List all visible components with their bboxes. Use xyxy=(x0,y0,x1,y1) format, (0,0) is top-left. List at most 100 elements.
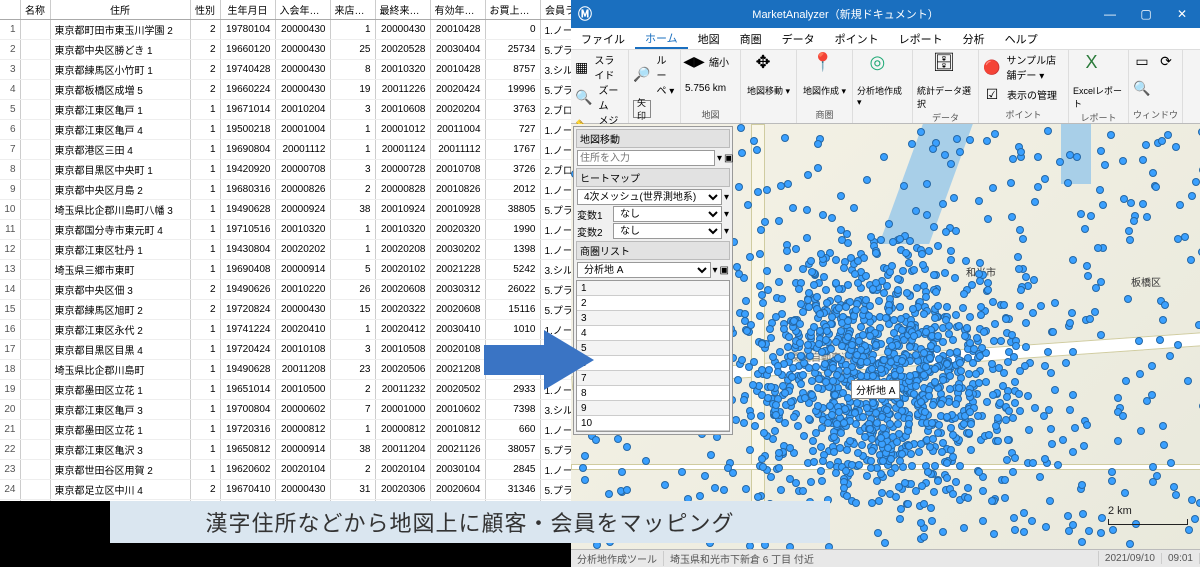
menu-4[interactable]: データ xyxy=(772,28,825,49)
table-row[interactable]: 4東京都板橋区成増 521966022420000430192001122620… xyxy=(0,80,571,100)
go-icon[interactable]: ▣ xyxy=(724,153,733,164)
col-header[interactable]: 会員ランク xyxy=(540,0,571,20)
sample-store-label[interactable]: サンプル店舗デー ▾ xyxy=(1006,52,1064,82)
ribbon: ▦スライド🔍ズーム📏メジャー 🔎ルーペ ▾矢印 ◀▶縮小5.756 km地図 ✥… xyxy=(571,50,1200,124)
window-title: MarketAnalyzer（新規ドキュメント） xyxy=(599,6,1092,22)
table-row[interactable]: 1東京都町田市東玉川学園 221978010420000430120000430… xyxy=(0,20,571,40)
table-row[interactable]: 24東京都足立区中川 42196704102000043031200203062… xyxy=(0,480,571,500)
var1-label: 変数1 xyxy=(577,207,611,222)
menu-3[interactable]: 商圏 xyxy=(730,28,772,49)
mesh-select[interactable]: 4次メッシュ(世界測地系) xyxy=(577,189,722,205)
map-create-label[interactable]: 地図作成 ▾ xyxy=(803,84,846,97)
list-item[interactable]: 2 xyxy=(577,296,729,311)
table-row[interactable]: 5東京都江東区亀戸 111967101420010204320010608200… xyxy=(0,100,571,120)
table-row[interactable]: 7東京都港区三田 4119690804200011121200011242001… xyxy=(0,140,571,160)
list-item[interactable]: 3 xyxy=(577,311,729,326)
col-header[interactable]: お買上金額 xyxy=(485,0,540,20)
var2-select[interactable]: なし xyxy=(613,223,722,239)
excel-icon[interactable]: X xyxy=(1086,52,1112,78)
caption-banner: 漢字住所などから地図上に顧客・会員をマッピング xyxy=(110,501,830,543)
var1-select[interactable]: なし xyxy=(613,206,722,222)
map-move-icon[interactable]: ✥ xyxy=(756,52,782,78)
area-row-list[interactable]: 12345678910 xyxy=(576,280,730,432)
table-row[interactable]: 10埼玉県比企郡川島町八幡 31194906282000092438200109… xyxy=(0,200,571,220)
menu-0[interactable]: ファイル xyxy=(571,28,635,49)
map-create-icon[interactable]: 📍 xyxy=(812,52,838,78)
market-analyzer-app: Ⓜ MarketAnalyzer（新規ドキュメント） — ▢ ✕ ファイルホーム… xyxy=(571,0,1200,567)
panel-sec-arealist: 商圏リスト xyxy=(576,241,730,260)
analysis-create-label[interactable]: 分析地作成 ▾ xyxy=(857,84,908,108)
col-header[interactable]: 住所 xyxy=(50,0,190,20)
group-label-area: 商圏 xyxy=(801,107,848,121)
panel-sec-heatmap: ヒートマップ xyxy=(576,168,730,187)
table-row[interactable]: 12東京都江東区牡丹 11194308042002020212002020820… xyxy=(0,240,571,260)
table-row[interactable]: 21東京都墨田区立花 11197203162000081212000081220… xyxy=(0,420,571,440)
table-row[interactable]: 6東京都江東区亀戸 411950021820001004120001012200… xyxy=(0,120,571,140)
area-go-icon[interactable]: ▣ xyxy=(720,265,729,276)
status-address: 埼玉県和光市下新倉 6 丁目 付近 xyxy=(664,551,1099,566)
minimize-button[interactable]: — xyxy=(1092,0,1128,28)
analysis-create-icon[interactable]: ◎ xyxy=(870,52,896,78)
menu-8[interactable]: ヘルプ xyxy=(995,28,1048,49)
map-workspace[interactable]: 関越自動車道 和光市 板橋区 分析地 A 地図移動 ▾▣ ヒートマップ 4次メッ… xyxy=(571,124,1200,549)
close-button[interactable]: ✕ xyxy=(1164,0,1200,28)
table-row[interactable]: 11東京都国分寺市東元町 411971051620010320120010320… xyxy=(0,220,571,240)
display-mgmt-label[interactable]: 表示の管理 xyxy=(1007,87,1057,102)
window-icon-2[interactable]: ⟳ xyxy=(1157,52,1175,70)
list-item[interactable]: 1 xyxy=(577,281,729,296)
list-item[interactable]: 4 xyxy=(577,326,729,341)
table-row[interactable]: 20東京都江東区亀戸 31197008042000060272000100020… xyxy=(0,400,571,420)
col-header[interactable]: 入会年月日 xyxy=(275,0,330,20)
menu-2[interactable]: 地図 xyxy=(688,28,730,49)
analysis-marker-label[interactable]: 分析地 A xyxy=(851,380,900,399)
menu-6[interactable]: レポート xyxy=(889,28,953,49)
group-label-window: ウィンドウ xyxy=(1133,107,1178,121)
list-item[interactable]: 5 xyxy=(577,341,729,356)
window-icon-1[interactable]: ▭ xyxy=(1133,52,1151,70)
area-select[interactable]: 分析地 A xyxy=(577,262,711,278)
zoom-icon: 🔍 xyxy=(575,88,592,106)
group-label-point: ポイント xyxy=(983,107,1064,121)
excel-label[interactable]: Excelレポート xyxy=(1073,84,1124,110)
loupe-label[interactable]: ルーペ ▾ xyxy=(656,52,676,97)
table-row[interactable]: 2東京都中央区勝どき 12196601202000043025200205282… xyxy=(0,40,571,60)
col-header[interactable]: 名称 xyxy=(20,0,50,20)
table-row[interactable]: 14東京都中央区佃 321949062620010220262002060820… xyxy=(0,280,571,300)
dropdown-icon[interactable]: ▾ xyxy=(717,153,722,164)
data-table[interactable]: 名称住所性別生年月日入会年月日来店回数最終来店日有効年月日お買上金額会員ランク商… xyxy=(0,0,571,501)
maximize-button[interactable]: ▢ xyxy=(1128,0,1164,28)
map-move-label[interactable]: 地図移動 ▾ xyxy=(747,84,790,97)
shrink-label[interactable]: 縮小 xyxy=(709,54,729,69)
table-row[interactable]: 22東京都江東区亀沢 31196508122000091438200112042… xyxy=(0,440,571,460)
list-item[interactable]: 8 xyxy=(577,386,729,401)
col-header[interactable]: 生年月日 xyxy=(220,0,275,20)
window-icon-3[interactable]: 🔍 xyxy=(1133,80,1151,98)
table-row[interactable]: 15東京都練馬区旭町 22197208242000043015200203222… xyxy=(0,300,571,320)
col-header[interactable] xyxy=(0,0,20,20)
zoom-label[interactable]: ズーム xyxy=(598,82,624,112)
table-row[interactable]: 23東京都世田谷区用賀 2119620602200201042200201042… xyxy=(0,460,571,480)
menu-7[interactable]: 分析 xyxy=(953,28,995,49)
list-item[interactable]: 6 xyxy=(577,356,729,371)
var2-label: 変数2 xyxy=(577,224,611,239)
table-row[interactable]: 9東京都中央区月島 211968031620000826220000828200… xyxy=(0,180,571,200)
table-row[interactable]: 13埼玉県三郷市東町119690408200009145200201022002… xyxy=(0,260,571,280)
address-input[interactable] xyxy=(577,150,715,166)
table-row[interactable]: 8東京都目黒区中央町 11194209202000070832000072820… xyxy=(0,160,571,180)
arrow-mode-button[interactable]: 矢印 xyxy=(633,100,651,118)
slide-label[interactable]: スライド xyxy=(594,52,624,82)
big-arrow xyxy=(484,330,594,390)
list-item[interactable]: 7 xyxy=(577,371,729,386)
menu-1[interactable]: ホーム xyxy=(635,28,688,49)
group-label-map: 地図 xyxy=(685,107,736,121)
stats-icon[interactable]: 🗄 xyxy=(933,52,959,78)
stats-label[interactable]: 統計データ選択 xyxy=(917,84,974,110)
list-item[interactable]: 9 xyxy=(577,401,729,416)
col-header[interactable]: 最終来店日 xyxy=(375,0,430,20)
menu-5[interactable]: ポイント xyxy=(825,28,889,49)
col-header[interactable]: 性別 xyxy=(190,0,220,20)
col-header[interactable]: 有効年月日 xyxy=(430,0,485,20)
list-item[interactable]: 10 xyxy=(577,416,729,431)
table-row[interactable]: 3東京都練馬区小竹町 12197404282000043082001032020… xyxy=(0,60,571,80)
col-header[interactable]: 来店回数 xyxy=(330,0,375,20)
